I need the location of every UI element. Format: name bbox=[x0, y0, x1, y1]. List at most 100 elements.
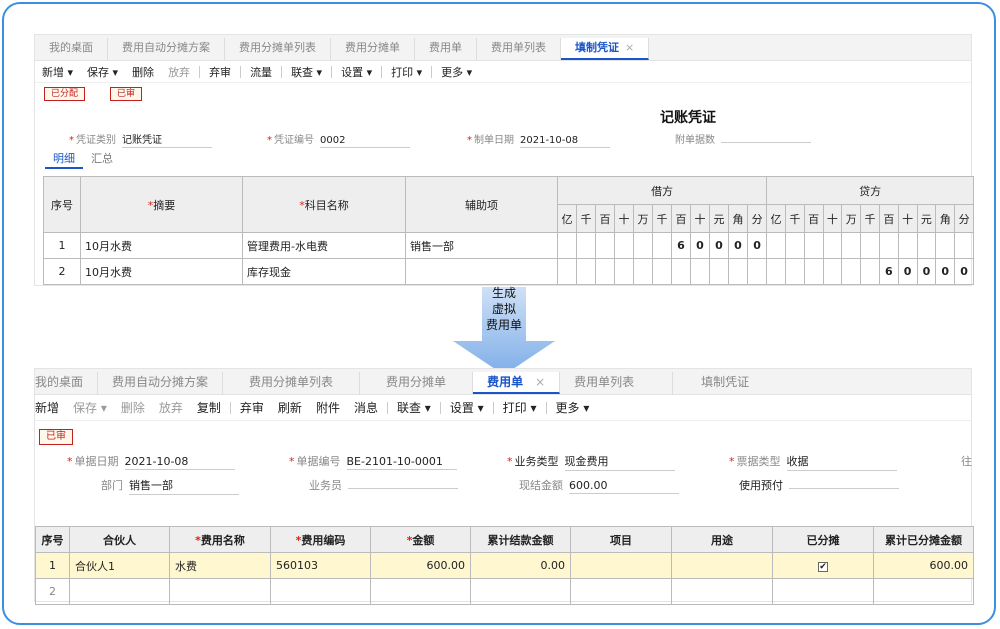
cell-debit-digit[interactable] bbox=[633, 258, 653, 285]
voucher-type-field[interactable]: * 凭证类别 记账凭证 bbox=[69, 131, 212, 148]
field-value[interactable] bbox=[789, 487, 899, 489]
field-value[interactable] bbox=[721, 141, 811, 143]
salesperson-field[interactable]: 业务员 bbox=[309, 477, 458, 493]
cell-summary[interactable]: 10月水费 bbox=[80, 232, 243, 259]
table-row[interactable]: 2 10月水费 库存现金 6 0 0 0 0 bbox=[43, 258, 975, 285]
tab-expense-list[interactable]: 费用单列表 bbox=[477, 38, 561, 60]
doc-number-field[interactable]: * 单据编号 BE-2101-10-0001 bbox=[289, 453, 457, 470]
unapprove-button[interactable]: 弃审 bbox=[202, 64, 238, 80]
cell-settled[interactable]: 0.00 bbox=[470, 552, 571, 579]
tab-fill-voucher[interactable]: 填制凭证 × bbox=[561, 38, 650, 60]
cell-aux[interactable]: 销售一部 bbox=[405, 232, 558, 259]
department-field[interactable]: 部门 销售一部 bbox=[101, 477, 239, 495]
settings-button[interactable]: 设置 ▾ bbox=[334, 64, 379, 80]
message-button[interactable]: 消息 bbox=[347, 399, 385, 416]
cell-credit-digit[interactable] bbox=[822, 258, 843, 285]
tab-my-desktop[interactable]: 我的桌面 bbox=[35, 372, 99, 394]
cell-credit-digit[interactable] bbox=[784, 232, 805, 259]
use-prepaid-field[interactable]: 使用预付 bbox=[739, 477, 899, 493]
cell-debit-digit[interactable] bbox=[614, 258, 634, 285]
cell-credit-digit[interactable] bbox=[897, 232, 918, 259]
print-button[interactable]: 打印 ▾ bbox=[384, 64, 429, 80]
cell-amount[interactable]: 600.00 bbox=[370, 552, 471, 579]
cell-debit-digit[interactable] bbox=[709, 258, 729, 285]
table-row[interactable]: 2 bbox=[35, 578, 974, 605]
attachment-button[interactable]: 附件 bbox=[309, 399, 347, 416]
delete-button[interactable]: 删除 bbox=[125, 64, 161, 80]
cell-allocated[interactable] bbox=[772, 578, 874, 605]
field-value[interactable]: 现金费用 bbox=[564, 453, 675, 471]
cell-credit-digit[interactable]: 6 bbox=[878, 258, 899, 285]
cell-debit-digit[interactable] bbox=[557, 258, 577, 285]
tab-expense-doc[interactable]: 费用单 × bbox=[473, 372, 561, 394]
more-button[interactable]: 更多 ▾ bbox=[549, 399, 597, 416]
cell-debit-digit[interactable] bbox=[576, 232, 596, 259]
cell-account[interactable]: 库存现金 bbox=[242, 258, 406, 285]
cell-debit-digit[interactable] bbox=[652, 232, 672, 259]
cell-debit-digit[interactable] bbox=[633, 232, 653, 259]
cell-credit-digit[interactable] bbox=[860, 232, 880, 259]
tab-my-desktop[interactable]: 我的桌面 bbox=[35, 38, 108, 60]
cell-settled[interactable] bbox=[470, 578, 571, 605]
cell-usage[interactable] bbox=[671, 552, 773, 579]
tab-auto-allocation-plan[interactable]: 费用自动分摊方案 bbox=[108, 38, 225, 60]
cell-credit-digit[interactable]: 0 bbox=[916, 258, 937, 285]
cell-summary[interactable]: 10月水费 bbox=[80, 258, 243, 285]
cell-credit-digit[interactable] bbox=[803, 258, 824, 285]
cell-credit-digit[interactable] bbox=[935, 232, 956, 259]
tab-auto-allocation-plan[interactable]: 费用自动分摊方案 bbox=[98, 372, 224, 394]
voucher-number-field[interactable]: * 凭证编号 0002 bbox=[267, 131, 410, 148]
linked-query-button[interactable]: 联查 ▾ bbox=[390, 399, 438, 416]
cell-credit-digit[interactable] bbox=[784, 258, 805, 285]
save-button[interactable]: 保存 ▾ bbox=[80, 64, 125, 80]
cell-debit-digit[interactable]: 0 bbox=[728, 232, 748, 259]
cash-settled-field[interactable]: 现结金额 600.00 bbox=[519, 477, 679, 494]
cell-aux[interactable] bbox=[405, 258, 558, 285]
cell-credit-digit[interactable] bbox=[860, 258, 880, 285]
more-button[interactable]: 更多 ▾ bbox=[434, 64, 479, 80]
cell-account[interactable]: 管理费用-水电费 bbox=[242, 232, 406, 259]
cell-debit-digit[interactable] bbox=[746, 258, 768, 285]
cell-partner[interactable] bbox=[69, 578, 170, 605]
tab-allocation-doc[interactable]: 费用分摊单 bbox=[331, 38, 415, 60]
refresh-button[interactable]: 刷新 bbox=[271, 399, 309, 416]
new-button[interactable]: 新增 ▾ bbox=[35, 64, 80, 80]
subtab-summary[interactable]: 汇总 bbox=[83, 151, 121, 169]
linked-query-button[interactable]: 联查 ▾ bbox=[284, 64, 329, 80]
cell-allocated[interactable]: ✔ bbox=[772, 552, 874, 579]
cashflow-button[interactable]: 流量 bbox=[243, 64, 279, 80]
cell-credit-digit[interactable] bbox=[916, 232, 937, 259]
cell-credit-digit[interactable] bbox=[766, 232, 786, 259]
cell-partner[interactable]: 合伙人1 bbox=[69, 552, 170, 579]
tab-expense-list[interactable]: 费用单列表 bbox=[560, 372, 674, 394]
copy-button[interactable]: 复制 bbox=[190, 399, 228, 416]
cell-credit-digit[interactable] bbox=[878, 232, 899, 259]
cell-credit-digit[interactable]: 0 bbox=[954, 258, 975, 285]
cell-debit-digit[interactable] bbox=[690, 258, 710, 285]
cell-debit-digit[interactable] bbox=[614, 232, 634, 259]
cell-debit-digit[interactable] bbox=[728, 258, 748, 285]
cell-debit-digit[interactable] bbox=[595, 258, 615, 285]
cell-debit-digit[interactable]: 0 bbox=[709, 232, 729, 259]
allocated-checkbox[interactable]: ✔ bbox=[818, 562, 828, 572]
discard-button[interactable]: 放弃 bbox=[161, 64, 197, 80]
discard-button[interactable]: 放弃 bbox=[152, 399, 190, 416]
unapprove-button[interactable]: 弃审 bbox=[233, 399, 271, 416]
close-icon[interactable]: × bbox=[625, 41, 634, 54]
cell-expense-name[interactable]: 水费 bbox=[169, 552, 271, 579]
cell-expense-code[interactable] bbox=[270, 578, 371, 605]
doc-date-field[interactable]: * 单据日期 2021-10-08 bbox=[67, 453, 235, 470]
field-value[interactable]: 600.00 bbox=[569, 479, 679, 494]
field-value[interactable]: 收据 bbox=[786, 453, 897, 471]
cell-expense-code[interactable]: 560103 bbox=[270, 552, 371, 579]
close-icon[interactable]: × bbox=[535, 375, 545, 389]
cell-allocated-amount[interactable]: 600.00 bbox=[873, 552, 974, 579]
cell-credit-digit[interactable] bbox=[803, 232, 824, 259]
cell-debit-digit[interactable]: 0 bbox=[746, 232, 768, 259]
cell-credit-digit[interactable] bbox=[822, 232, 843, 259]
cell-debit-digit[interactable]: 6 bbox=[671, 232, 691, 259]
cell-amount[interactable] bbox=[370, 578, 471, 605]
cell-credit-digit[interactable] bbox=[954, 232, 975, 259]
bill-type-field[interactable]: * 票据类型 收据 bbox=[729, 453, 897, 471]
tab-expense-doc[interactable]: 费用单 bbox=[415, 38, 477, 60]
